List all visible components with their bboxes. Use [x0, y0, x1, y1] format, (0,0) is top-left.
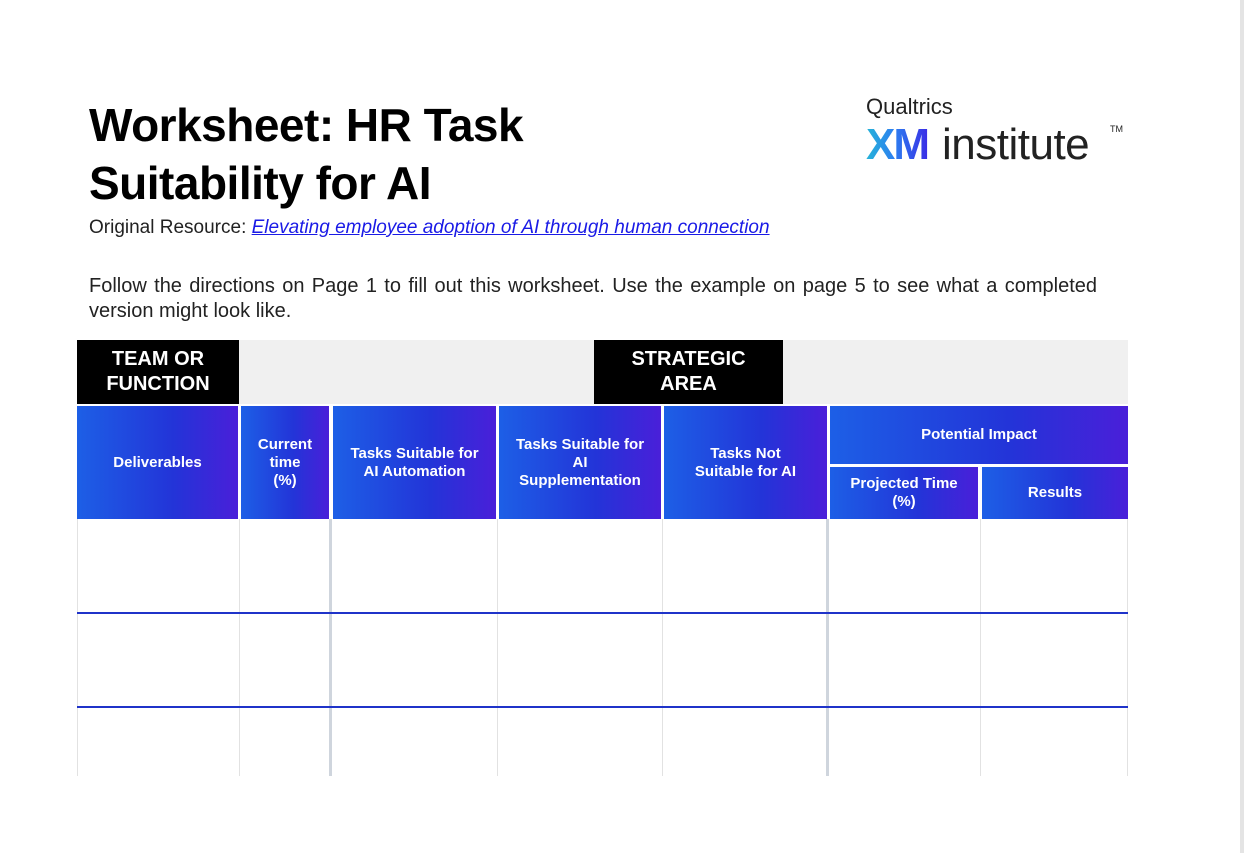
header-tasks-ai-automation: Tasks Suitable for AI Automation — [333, 406, 496, 519]
resource-label: Original Resource: — [89, 217, 247, 238]
title-line-1: Worksheet: HR Task — [89, 99, 524, 151]
qualtrics-xm-institute-logo: Qualtrics XM institute TM — [866, 94, 1126, 169]
header-potential-impact: Potential Impact — [830, 406, 1128, 464]
table-row[interactable] — [77, 708, 1128, 776]
title-line-2: Suitability for AI — [89, 157, 431, 209]
logo-brand: Qualtrics — [866, 94, 953, 119]
table-row[interactable] — [77, 614, 1128, 706]
strategic-area-label: STRATEGIC AREA — [594, 340, 783, 404]
header-tasks-ai-supplementation: Tasks Suitable for AI Supplementation — [499, 406, 661, 519]
table-row[interactable] — [77, 519, 1128, 612]
page-edge — [1240, 0, 1244, 853]
header-current-time: Current time (%) — [241, 406, 329, 519]
header-deliverables: Deliverables — [77, 406, 238, 519]
header-projected-time: Projected Time (%) — [830, 467, 978, 519]
logo-xm: XM — [866, 120, 930, 169]
logo-institute: institute — [942, 120, 1090, 169]
team-or-function-label: TEAM OR FUNCTION — [77, 340, 239, 404]
header-results: Results — [982, 467, 1128, 519]
logo-trademark: TM — [1110, 124, 1123, 134]
resource-link[interactable]: Elevating employee adoption of AI throug… — [252, 217, 770, 238]
original-resource: Original Resource: Elevating employee ad… — [89, 216, 770, 240]
directions-text: Follow the directions on Page 1 to fill … — [89, 275, 1097, 322]
page-title: Worksheet: HR Task Suitability for AI — [89, 96, 689, 212]
worksheet-page: Worksheet: HR Task Suitability for AI Or… — [0, 0, 1240, 853]
header-tasks-not-suitable: Tasks Not Suitable for AI — [664, 406, 827, 519]
